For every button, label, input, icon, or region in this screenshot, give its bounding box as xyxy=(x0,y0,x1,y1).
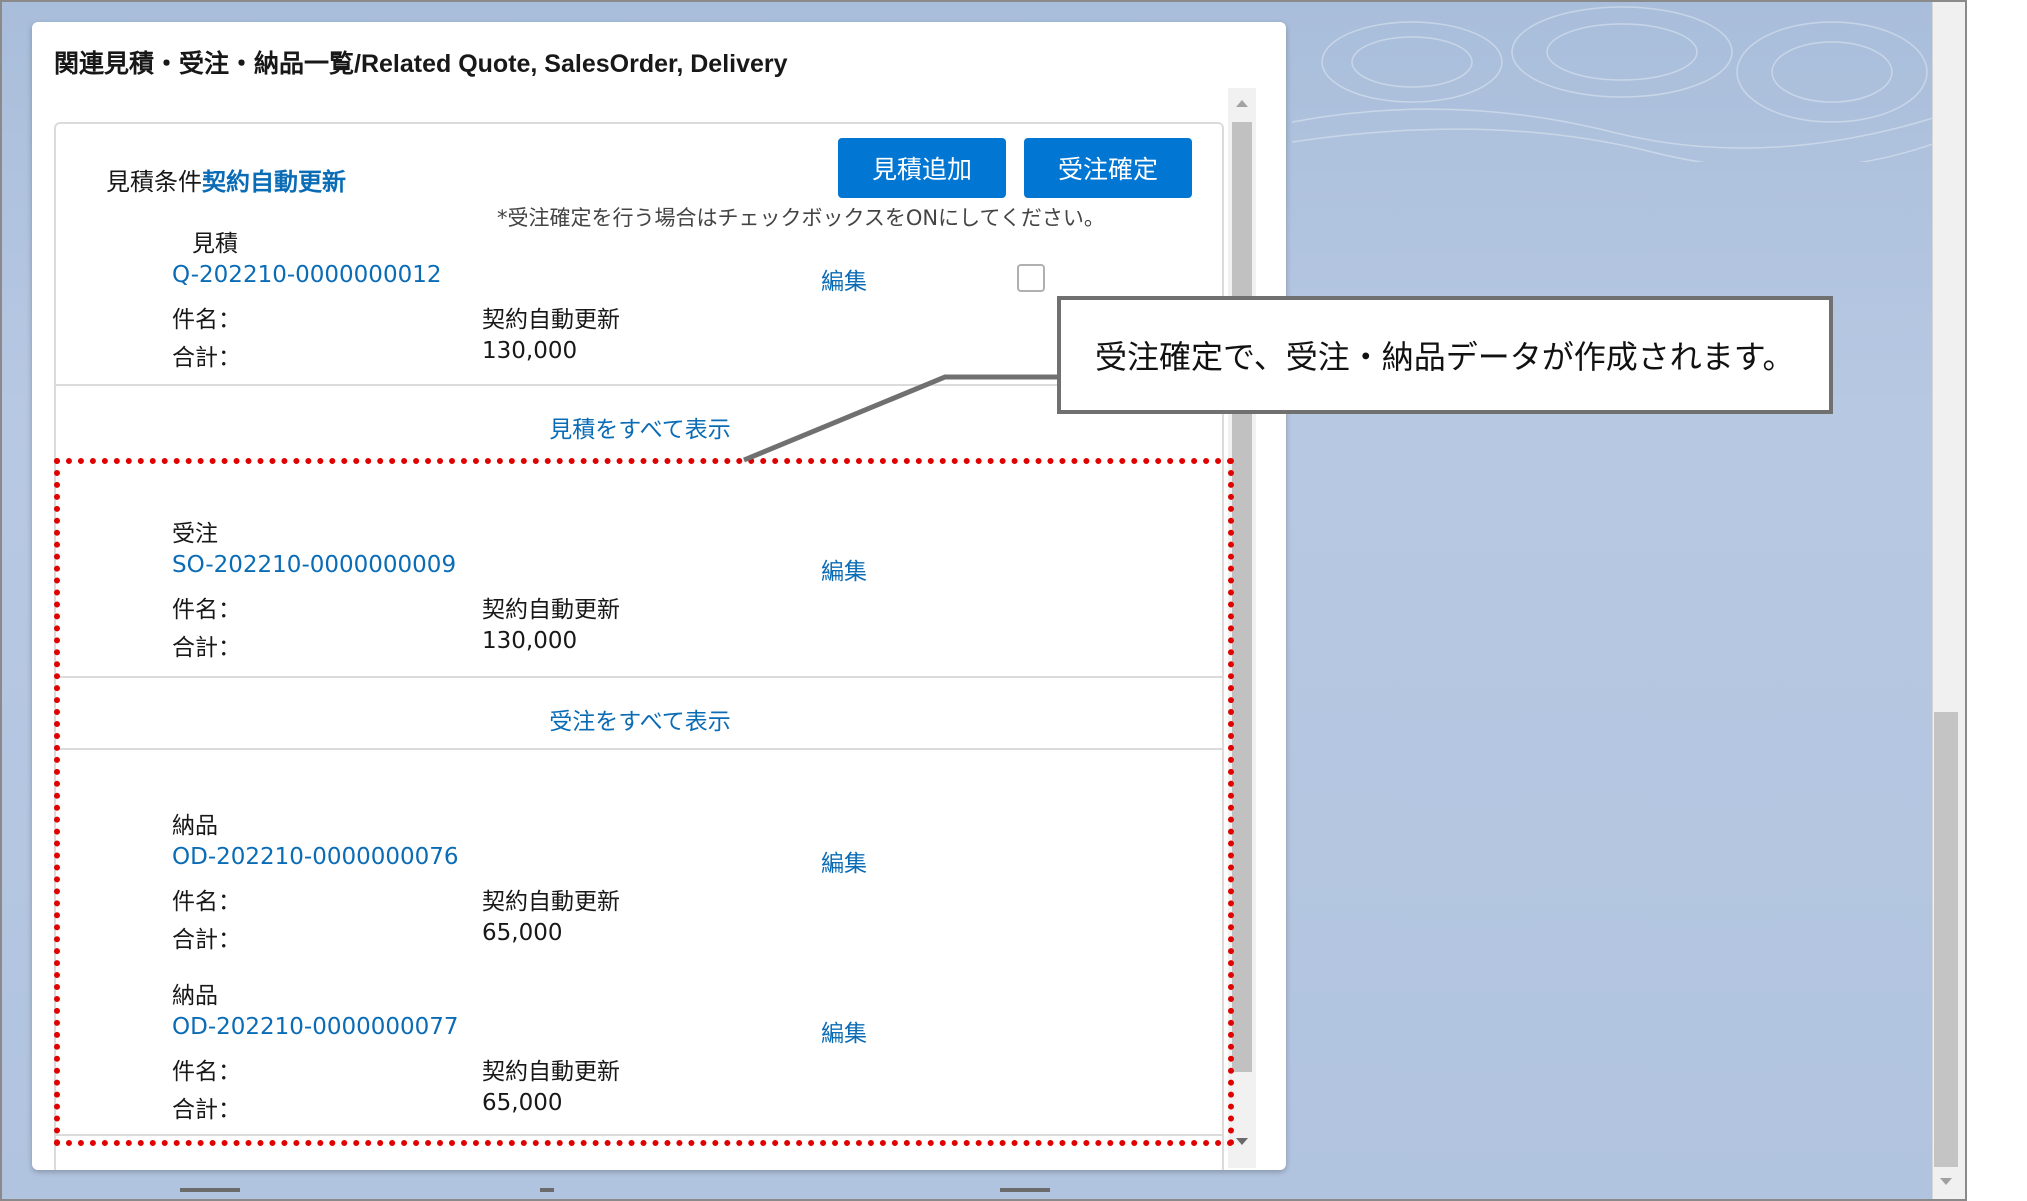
confirm-order-note: *受注確定を行う場合はチェックボックスをONにしてください。 xyxy=(497,206,1105,230)
background-text-fragment xyxy=(540,1188,554,1192)
quote-total-value: 130,000 xyxy=(482,338,578,364)
confirm-order-button[interactable]: 受注確定 xyxy=(1024,138,1193,198)
quote-condition-link[interactable]: 契約自動更新 xyxy=(202,168,346,196)
quote-condition: 見積条件契約自動更新 xyxy=(106,162,346,197)
add-quote-button[interactable]: 見積追加 xyxy=(838,138,1007,198)
quote-condition-label: 見積条件 xyxy=(106,168,202,196)
quote-subject-label: 件名： xyxy=(172,307,241,333)
page-scrollbar-thumb[interactable] xyxy=(1934,712,1958,1167)
related-records-modal: 関連見積・受注・納品一覧/Related Quote, SalesOrder, … xyxy=(32,22,1286,1170)
annotation-callout: 受注確定で、受注・納品データが作成されます。 xyxy=(1057,296,1833,414)
quote-type-label: 見積 xyxy=(192,231,238,257)
quote-confirm-checkbox[interactable] xyxy=(1017,264,1045,292)
background-contour-pattern xyxy=(1292,6,1952,162)
quote-total-label: 合計： xyxy=(172,345,241,371)
quote-divider xyxy=(56,384,1224,386)
page-scroll-down-icon[interactable] xyxy=(1940,1178,1952,1185)
modal-scrollbar-thumb[interactable] xyxy=(1232,122,1252,1072)
show-all-quotes-link[interactable]: 見積をすべて表示 xyxy=(56,410,1224,444)
background-text-fragment xyxy=(180,1188,240,1192)
background-text-fragment xyxy=(1000,1188,1050,1192)
scroll-up-icon[interactable] xyxy=(1236,100,1248,107)
quote-edit-link[interactable]: 編集 xyxy=(821,262,867,296)
order-delivery-highlight-frame xyxy=(54,458,1234,1146)
modal-title: 関連見積・受注・納品一覧/Related Quote, SalesOrder, … xyxy=(54,50,788,78)
annotation-callout-text: 受注確定で、受注・納品データが作成されます。 xyxy=(1095,339,1795,375)
quote-subject-value: 契約自動更新 xyxy=(482,307,620,333)
scroll-down-icon[interactable] xyxy=(1236,1138,1248,1145)
quote-number-link[interactable]: Q-202210-0000000012 xyxy=(172,262,441,288)
